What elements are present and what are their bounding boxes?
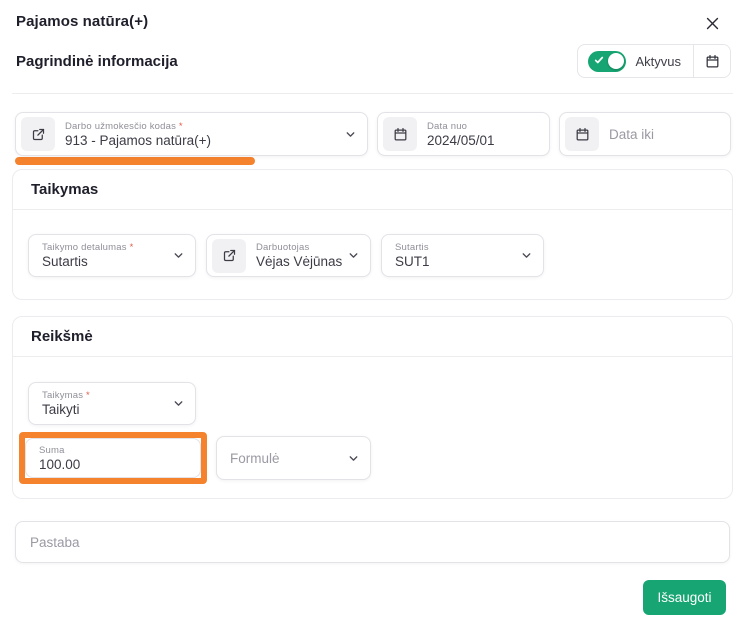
active-toggle-group: Aktyvus	[577, 44, 731, 78]
main-section-title: Pagrindinė informacija	[16, 53, 178, 70]
note-field	[15, 521, 730, 563]
annotation-highlight-box: Suma	[19, 432, 207, 484]
toggle-switch-on[interactable]	[588, 51, 626, 72]
required-mark: *	[86, 390, 90, 401]
amount-field[interactable]: Suma	[25, 438, 201, 478]
employee-label: Darbuotojas	[256, 242, 339, 253]
external-link-icon	[222, 248, 237, 263]
contract-select[interactable]: Sutartis SUT1	[381, 234, 544, 277]
formula-placeholder: Formulė	[230, 451, 280, 466]
apply-select[interactable]: Taikymas * Taikyti	[28, 382, 196, 425]
detail-level-select[interactable]: Taikymo detalumas * Sutartis	[28, 234, 196, 277]
salary-code-select[interactable]: Darbo užmokesčio kodas * 913 - Pajamos n…	[15, 112, 368, 156]
apply-value: Taikyti	[42, 402, 90, 417]
employee-select[interactable]: Darbuotojas Vėjas Vėjūnas	[206, 234, 371, 277]
active-toggle[interactable]: Aktyvus	[578, 45, 693, 77]
amount-row: Suma Formulė	[16, 432, 717, 484]
application-fields-row: Taikymo detalumas * Sutartis Darbuotojas…	[13, 210, 732, 299]
required-mark: *	[130, 242, 134, 253]
close-icon	[704, 15, 721, 32]
employee-value: Vėjas Vėjūnas	[256, 254, 339, 269]
calendar-icon	[705, 54, 720, 69]
date-to-placeholder: Data iki	[609, 127, 654, 142]
chevron-down-icon	[512, 249, 533, 262]
contract-label: Sutartis	[395, 242, 430, 253]
employee-open-link-button[interactable]	[212, 239, 246, 273]
amount-label: Suma	[39, 445, 179, 456]
validity-calendar-button[interactable]	[694, 45, 730, 77]
main-section-header: Pagrindinė informacija Aktyvus	[0, 34, 745, 86]
calendar-icon	[383, 117, 417, 151]
dialog-footer: Išsaugoti	[0, 563, 745, 615]
chevron-down-icon	[336, 128, 357, 141]
active-toggle-label: Aktyvus	[635, 54, 681, 69]
toggle-knob	[608, 53, 624, 69]
value-section-title: Reikšmė	[13, 317, 732, 357]
external-link-icon	[31, 127, 46, 142]
value-fields-area: Taikymas * Taikyti Suma	[13, 357, 732, 498]
detail-level-label: Taikymo detalumas *	[42, 242, 133, 253]
chevron-down-icon	[164, 397, 185, 410]
salary-code-value: 913 - Pajamos natūra(+)	[65, 133, 211, 148]
dialog-title: Pajamos natūra(+)	[16, 13, 148, 30]
apply-row: Taikymas * Taikyti	[28, 382, 717, 425]
chevron-down-icon	[339, 249, 360, 262]
income-in-kind-dialog: Pajamos natūra(+) Pagrindinė informacija…	[0, 0, 745, 641]
date-to-picker[interactable]: Data iki	[559, 112, 731, 156]
required-mark: *	[179, 121, 183, 132]
application-section-card: Taikymas Taikymo detalumas * Sutartis	[12, 169, 733, 300]
date-from-label: Data nuo	[427, 121, 495, 132]
annotation-highlight-bar	[15, 157, 255, 165]
check-icon	[594, 55, 604, 65]
save-button[interactable]: Išsaugoti	[643, 580, 726, 615]
dialog-header: Pajamos natūra(+)	[0, 0, 745, 34]
application-section-title: Taikymas	[13, 170, 732, 210]
chevron-down-icon	[339, 452, 360, 465]
salary-code-label: Darbo užmokesčio kodas *	[65, 121, 211, 132]
detail-level-value: Sutartis	[42, 254, 133, 269]
main-fields-row: Darbo užmokesčio kodas * 913 - Pajamos n…	[0, 94, 745, 156]
chevron-down-icon	[164, 249, 185, 262]
date-from-value: 2024/05/01	[427, 133, 495, 148]
formula-select[interactable]: Formulė	[216, 436, 371, 480]
date-from-picker[interactable]: Data nuo 2024/05/01	[377, 112, 550, 156]
value-section-card: Reikšmė Taikymas * Taikyti	[12, 316, 733, 499]
contract-value: SUT1	[395, 254, 430, 269]
note-input[interactable]	[30, 535, 715, 550]
amount-input[interactable]	[39, 457, 179, 472]
close-button[interactable]	[702, 13, 723, 34]
apply-label: Taikymas *	[42, 390, 90, 401]
calendar-icon	[565, 117, 599, 151]
salary-code-open-link-button[interactable]	[21, 117, 55, 151]
